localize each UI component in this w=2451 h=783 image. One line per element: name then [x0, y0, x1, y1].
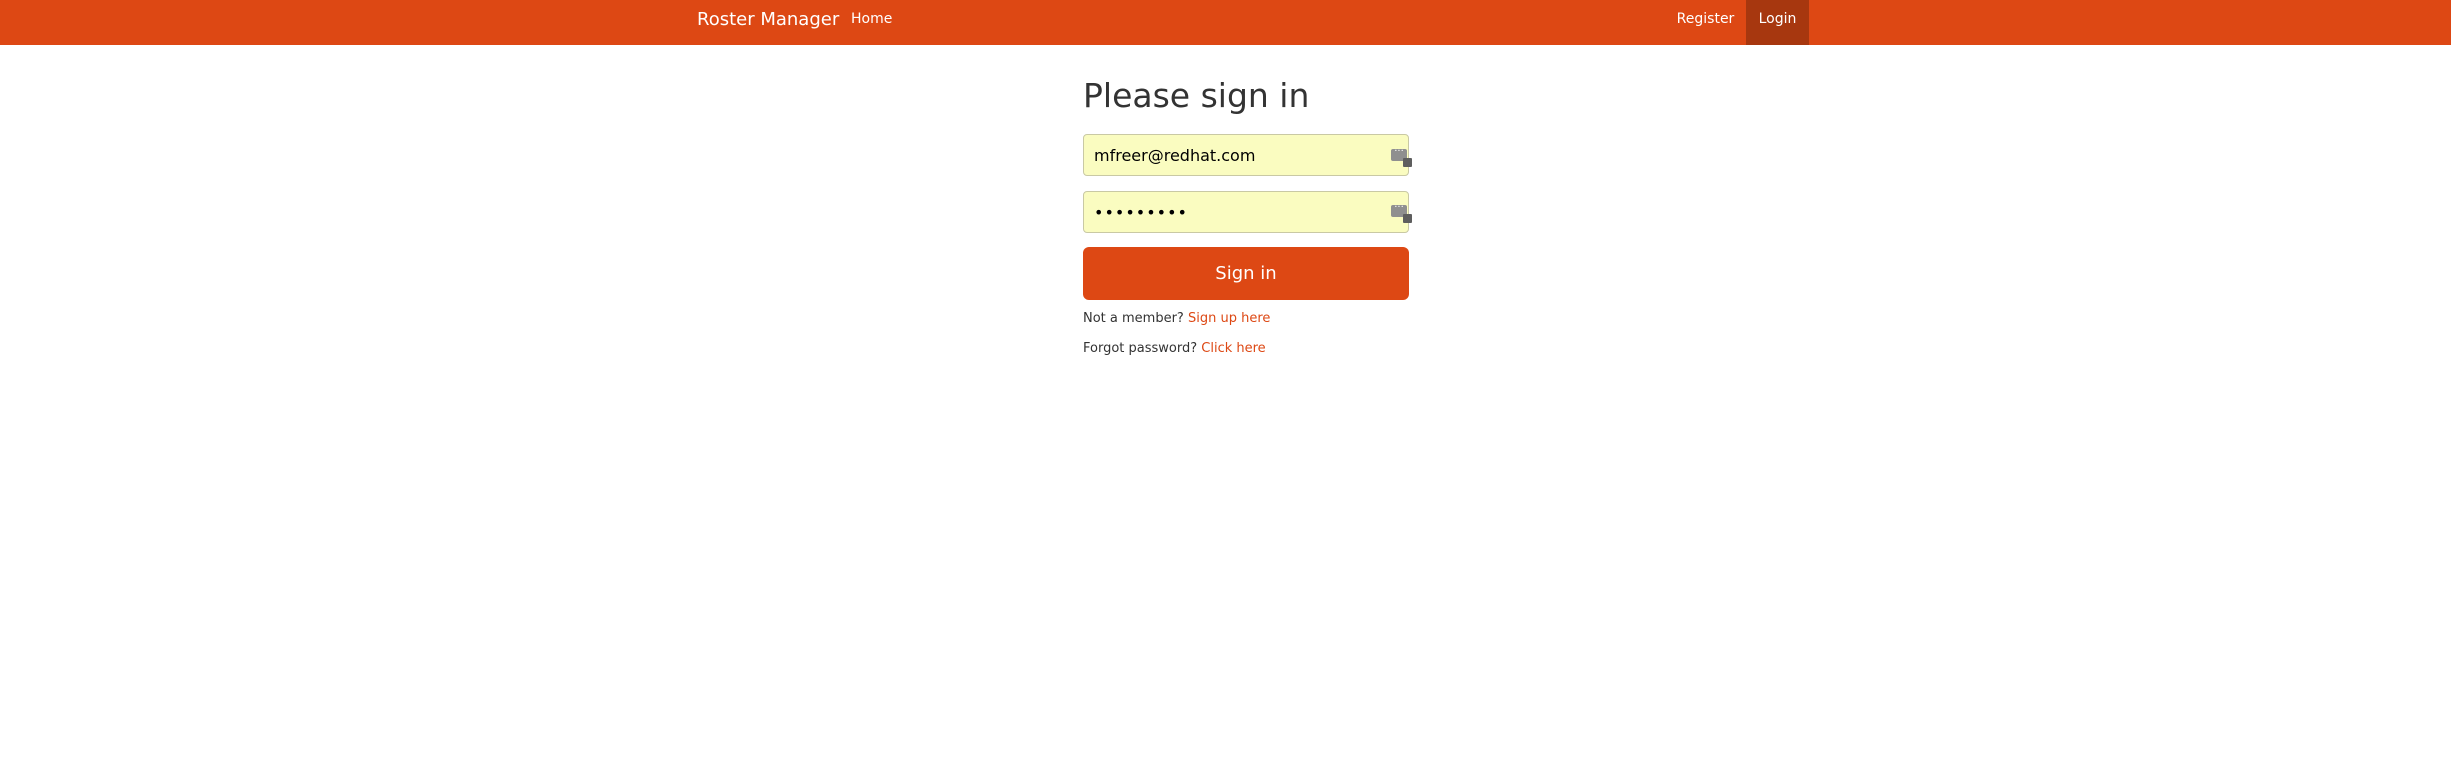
- forgot-password-text: Forgot password?: [1083, 341, 1198, 356]
- password-field[interactable]: [1083, 191, 1409, 233]
- signin-heading: Please sign in: [1083, 76, 1310, 115]
- autofill-arrow-icon: [1403, 214, 1412, 223]
- forgot-password-prompt: Forgot password? Click here: [1083, 341, 1266, 356]
- brand-title[interactable]: Roster Manager: [697, 0, 839, 45]
- nav-register-link[interactable]: Register: [1665, 0, 1746, 45]
- nav-login-link[interactable]: Login: [1746, 0, 1809, 45]
- signup-link[interactable]: Sign up here: [1188, 311, 1270, 326]
- signin-button[interactable]: Sign in: [1083, 247, 1409, 300]
- password-autofill-icon[interactable]: ···: [1391, 203, 1412, 223]
- autofill-arrow-icon: [1403, 158, 1412, 167]
- email-field[interactable]: [1083, 134, 1409, 176]
- email-autofill-icon[interactable]: ···: [1391, 147, 1412, 167]
- not-member-text: Not a member?: [1083, 311, 1184, 326]
- signup-prompt: Not a member? Sign up here: [1083, 311, 1270, 326]
- forgot-password-link[interactable]: Click here: [1201, 341, 1265, 356]
- nav-home-link[interactable]: Home: [851, 0, 892, 45]
- top-navbar: Roster Manager Home Register Login: [0, 0, 2451, 45]
